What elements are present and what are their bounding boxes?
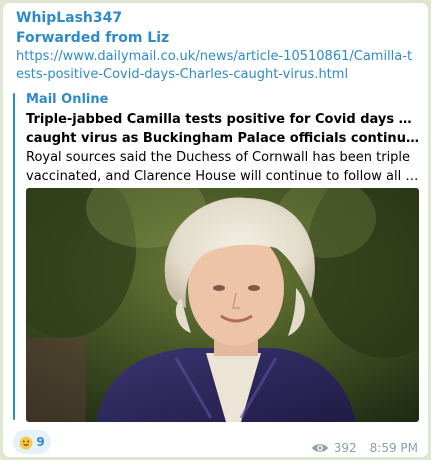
grinning-face-icon: [19, 435, 33, 450]
eye-icon: [311, 442, 329, 454]
reaction-count: 9: [36, 435, 45, 449]
forwarded-from-label[interactable]: Forwarded from Liz: [16, 29, 169, 47]
sender-name[interactable]: WhipLash347: [16, 9, 122, 27]
preview-title-line: Triple-jabbed Camilla tests positive for…: [26, 112, 419, 127]
preview-description-line: Royal sources said the Duchess of Cornwa…: [26, 150, 411, 165]
preview-photo[interactable]: [26, 188, 419, 422]
preview-photo-image: [26, 188, 419, 422]
message-time: 8:59 PM: [369, 441, 418, 455]
preview-title-line: caught virus as Buckingham Palace offici…: [26, 131, 419, 146]
preview-accent-bar: [13, 93, 15, 420]
article-link[interactable]: https://www.dailymail.co.uk/news/article…: [16, 48, 416, 84]
preview-title: Triple-jabbed Camilla tests positive for…: [26, 110, 419, 148]
preview-site-name: Mail Online: [26, 92, 109, 107]
message-meta: 392 8:59 PM: [311, 441, 418, 455]
preview-description-line: vaccinated, and Clarence House will cont…: [26, 169, 419, 184]
message-bubble[interactable]: WhipLash347 Forwarded from Liz https://w…: [3, 3, 428, 457]
link-preview[interactable]: Mail Online Triple-jabbed Camilla tests …: [13, 91, 419, 422]
view-count: 392: [333, 441, 357, 455]
preview-description: Royal sources said the Duchess of Cornwa…: [26, 148, 419, 186]
reaction-badge[interactable]: 9: [13, 430, 51, 454]
